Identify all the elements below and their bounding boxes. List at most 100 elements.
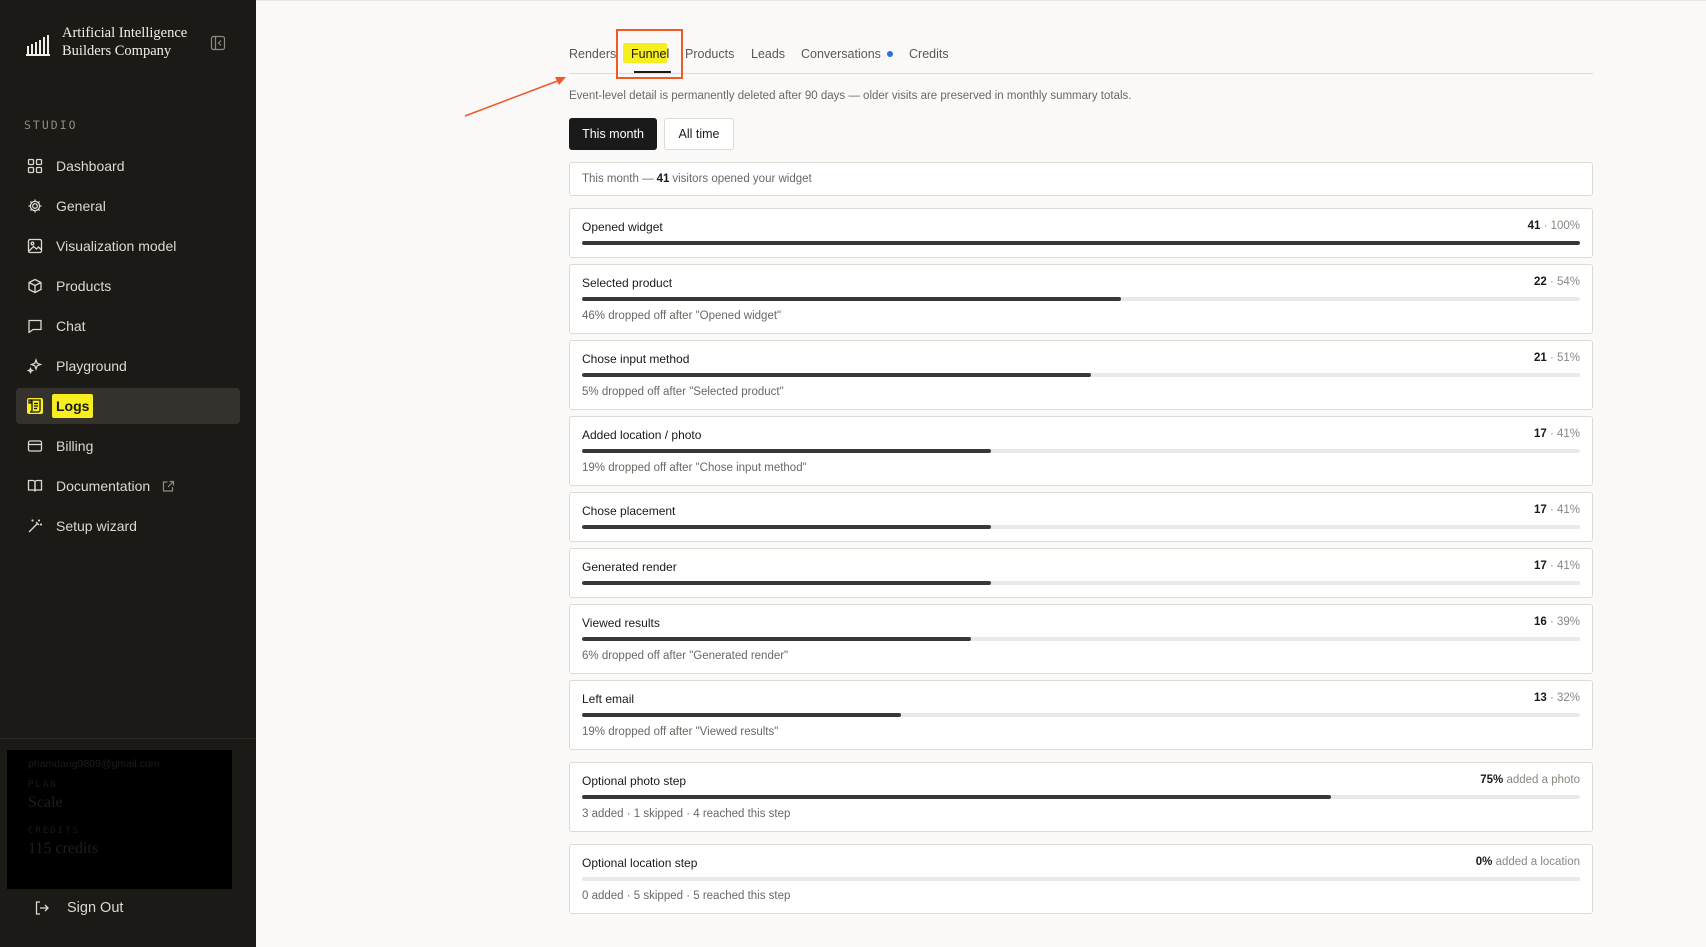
sidebar-item-general[interactable]: General — [16, 188, 240, 224]
visitor-summary: This month — 41 visitors opened your wid… — [569, 162, 1593, 196]
account-card: phamdang9809@gmail.com PLAN Scale CREDIT… — [7, 750, 232, 889]
dropoff-note: 5% dropped off after "Selected product" — [582, 386, 784, 398]
card-icon — [27, 440, 43, 452]
tab-funnel[interactable]: Funnel — [631, 46, 669, 74]
plan-label: PLAN — [28, 780, 58, 790]
sidebar-item-billing[interactable]: Billing — [16, 428, 240, 464]
step-count-value: 41 — [1527, 220, 1541, 232]
summary-count: 41 — [656, 173, 670, 185]
brand-line-1: Artificial Intelligence — [62, 25, 188, 41]
building-logo-icon — [26, 35, 50, 56]
step-count-value: 75% — [1480, 774, 1504, 786]
optional-step: Optional photo step 75% added a photo 3 … — [569, 762, 1593, 832]
step-count-pct: · 100% — [1543, 220, 1580, 232]
step-count-value: 17 — [1533, 428, 1547, 440]
summary-suffix: visitors opened your widget — [672, 173, 812, 185]
grid-icon — [27, 158, 43, 174]
progress-fill — [582, 525, 992, 529]
gear-icon — [28, 199, 42, 213]
step-count: 17 · 41% — [1534, 428, 1580, 440]
credits-value: 115 credits — [28, 840, 99, 857]
tab-renders[interactable]: Renders — [569, 46, 616, 74]
sidebar-item-documentation[interactable]: Documentation — [16, 468, 240, 504]
sidebar-nav: Dashboard General Visualization model Pr… — [16, 148, 240, 548]
sidebar-item-logs[interactable]: Logs — [16, 388, 240, 424]
brand[interactable]: Artificial Intelligence Builders Company — [26, 24, 187, 60]
plan-value: Scale — [28, 794, 63, 811]
tab-credits[interactable]: Credits — [909, 46, 949, 74]
sign-out-button[interactable]: Sign Out — [34, 900, 123, 916]
progress-track — [582, 449, 1580, 453]
account-email: phamdang9809@gmail.com — [28, 758, 160, 770]
sidebar-item-label: Visualization model — [56, 238, 177, 254]
progress-track — [582, 373, 1580, 377]
sidebar-item-label: Playground — [56, 358, 127, 374]
sidebar-item-setup-wizard[interactable]: Setup wizard — [16, 508, 240, 544]
sidebar-item-label: Setup wizard — [56, 518, 137, 534]
funnel-step: Generated render 17 · 41% — [569, 548, 1593, 598]
step-count-pct: · 32% — [1549, 692, 1580, 704]
sidebar-item-label: Products — [56, 278, 112, 294]
optional-step: Optional location step 0% added a locati… — [569, 844, 1593, 914]
sidebar-item-label: Logs — [52, 394, 94, 418]
step-count-value: 17 — [1533, 504, 1547, 516]
sidebar-item-chat[interactable]: Chat — [16, 308, 240, 344]
progress-fill — [582, 449, 992, 453]
step-count-value: 16 — [1533, 616, 1547, 628]
tab-products[interactable]: Products — [685, 46, 734, 74]
credits-label: CREDITS — [28, 826, 80, 836]
step-title: Added location / photo — [582, 428, 702, 442]
funnel-step: Viewed results 16 · 39% 6% dropped off a… — [569, 604, 1593, 674]
step-count-value: 21 — [1533, 352, 1547, 364]
step-title: Left email — [582, 692, 635, 706]
tab-leads[interactable]: Leads — [751, 46, 785, 74]
step-count-value: 17 — [1533, 560, 1547, 572]
step-breakdown: 0 added · 5 skipped · 5 reached this ste… — [582, 890, 791, 902]
sidebar-item-visualization-model[interactable]: Visualization model — [16, 228, 240, 264]
unread-dot — [886, 51, 893, 57]
collapse-sidebar-icon[interactable] — [210, 35, 226, 51]
step-count: 21 · 51% — [1534, 352, 1580, 364]
funnel-step: Selected product 22 · 54% 46% dropped of… — [569, 264, 1593, 334]
tab-conversations[interactable]: Conversations — [801, 46, 893, 74]
brand-name: Artificial Intelligence Builders Company — [62, 24, 187, 60]
sidebar-item-dashboard[interactable]: Dashboard — [16, 148, 240, 184]
progress-fill — [582, 581, 992, 585]
active-tab-underline — [634, 71, 671, 73]
progress-fill — [582, 637, 972, 641]
dropoff-note: 6% dropped off after "Generated render" — [582, 650, 789, 662]
tab-conversations-label: Conversations — [801, 47, 881, 61]
all-time-toggle[interactable]: All time — [664, 118, 734, 150]
step-title: Viewed results — [582, 616, 660, 630]
sign-out-label: Sign Out — [67, 900, 124, 916]
progress-track — [582, 581, 1580, 585]
step-title: Chose placement — [582, 504, 676, 518]
section-label-studio: STUDIO — [24, 118, 78, 132]
step-title: Optional photo step — [582, 774, 687, 788]
dropoff-note: 19% dropped off after "Chose input metho… — [582, 462, 807, 474]
scroll-icon — [27, 398, 43, 414]
step-count: 16 · 39% — [1534, 616, 1580, 628]
step-count: 41 · 100% — [1528, 220, 1580, 232]
step-count: 0% added a location — [1476, 856, 1580, 868]
this-month-toggle[interactable]: This month — [569, 118, 657, 150]
chat-icon — [28, 319, 42, 334]
progress-track — [582, 525, 1580, 529]
step-count-pct: · 41% — [1549, 560, 1580, 572]
sidebar-item-playground[interactable]: Playground — [16, 348, 240, 384]
annotation-arrow-icon — [464, 77, 566, 117]
step-title: Opened widget — [582, 220, 663, 234]
brand-line-2: Builders Company — [62, 43, 172, 59]
step-count: 13 · 32% — [1534, 692, 1580, 704]
funnel-step: Chose placement 17 · 41% — [569, 492, 1593, 542]
progress-track — [582, 713, 1580, 717]
funnel-step: Opened widget 41 · 100% — [569, 208, 1593, 258]
step-count-value: 13 — [1533, 692, 1547, 704]
step-count-value: 22 — [1533, 276, 1547, 288]
sidebar-item-label: General — [56, 198, 106, 214]
summary-prefix: This month — — [582, 173, 654, 185]
step-title: Chose input method — [582, 352, 690, 366]
step-count-pct: added a photo — [1506, 774, 1580, 786]
sidebar-item-label: Chat — [56, 318, 86, 334]
sidebar-item-products[interactable]: Products — [16, 268, 240, 304]
